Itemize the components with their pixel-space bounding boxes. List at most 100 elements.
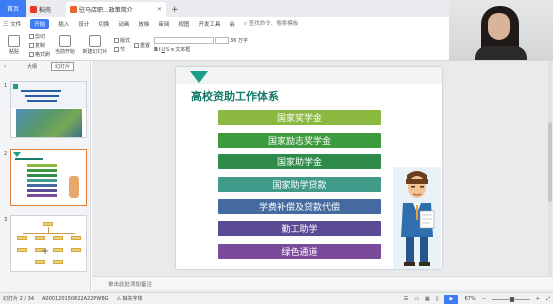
tab-outline[interactable]: 大纲 xyxy=(27,63,37,70)
thumb-bar xyxy=(27,194,57,197)
docer-logo-icon xyxy=(30,6,37,13)
font-size-dropdown[interactable] xyxy=(215,37,230,44)
scrollbar-thumb[interactable] xyxy=(548,122,552,202)
menu-item-review[interactable]: 审阅 xyxy=(158,20,169,28)
thumb-bar xyxy=(27,164,57,167)
businessman-illustration xyxy=(393,167,441,269)
layout-label: 版式 xyxy=(120,38,131,44)
thumb-bar xyxy=(27,184,57,187)
add-slide-button[interactable]: + xyxy=(41,246,49,257)
collapse-panel-icon[interactable]: ‹ xyxy=(4,63,6,70)
funding-item[interactable]: 国家助学金 xyxy=(218,154,381,169)
thumb-campus-photo xyxy=(16,109,82,137)
new-slide-button[interactable]: 新建幻灯片 xyxy=(80,30,110,60)
vertical-scrollbar[interactable] xyxy=(548,62,552,276)
cut-button[interactable]: 剪切 xyxy=(29,33,50,40)
zoom-slider[interactable] xyxy=(491,296,530,302)
format-painter-label: 格式刷 xyxy=(35,51,51,58)
funding-item[interactable]: 国家奖学金 xyxy=(218,110,381,125)
menu-item-design[interactable]: 设计 xyxy=(78,20,89,28)
menu-item-member[interactable]: 会 xyxy=(229,20,235,28)
normal-view-icon[interactable]: ▭ xyxy=(414,296,419,302)
play-slideshow-button[interactable]: ▶ xyxy=(444,294,459,304)
thumb-org-box xyxy=(71,248,81,252)
menu-item-view[interactable]: 视图 xyxy=(178,20,189,28)
menu-item-slideshow[interactable]: 放映 xyxy=(138,20,149,28)
reading-view-icon[interactable]: ▯ xyxy=(436,296,439,302)
tab-home[interactable]: 首页 xyxy=(0,0,26,17)
thumb-org-box xyxy=(17,236,27,240)
format-controls[interactable]: B I U S ≡ 文本框 xyxy=(154,46,304,54)
align-icon[interactable]: ≡ xyxy=(170,47,174,53)
funding-item[interactable]: 绿色通道 xyxy=(218,244,381,259)
italic-icon[interactable]: I xyxy=(159,47,160,53)
layout-icon xyxy=(114,38,120,43)
funding-item[interactable]: 勤工助学 xyxy=(218,221,381,236)
font-controls[interactable]: 36 万字 xyxy=(154,37,304,44)
current-slide[interactable]: 高校资助工作体系 国家奖学金 国家励志奖学金 国家助学金 国家助学贷款 学费补偿… xyxy=(176,67,442,269)
notes-placeholder: 单击此处添加备注 xyxy=(108,281,153,288)
menu-item-transition[interactable]: 切换 xyxy=(98,20,109,28)
bold-icon[interactable]: B xyxy=(154,47,158,53)
tab-slides[interactable]: 幻灯片 xyxy=(51,62,75,71)
paste-button[interactable]: 粘贴 xyxy=(3,30,25,60)
funding-item[interactable]: 国家励志奖学金 xyxy=(218,133,381,148)
layout-button[interactable]: 版式 xyxy=(114,37,130,44)
section-label: 节 xyxy=(120,47,126,53)
copy-label: 复制 xyxy=(35,42,46,49)
funding-item[interactable]: 国家助学贷款 xyxy=(218,177,381,192)
text-box-label[interactable]: 文本框 xyxy=(175,46,190,53)
new-slide-label: 新建幻灯片 xyxy=(82,49,108,55)
slide-thumbnail-2[interactable] xyxy=(10,149,87,206)
play-from-current-button[interactable]: 当前开始 xyxy=(54,30,76,60)
fit-window-icon[interactable]: ⤢ xyxy=(546,296,550,302)
file-id: A000120150822A22PWBG xyxy=(42,295,109,302)
menu-item-animation[interactable]: 动画 xyxy=(118,20,129,28)
menu-item-developer[interactable]: 开发工具 xyxy=(198,20,220,28)
menu-item-home[interactable]: 开始 xyxy=(30,18,50,29)
paste-icon xyxy=(8,35,20,47)
menu-item-insert[interactable]: 插入 xyxy=(58,20,69,28)
thumb-org-box xyxy=(53,260,63,264)
reset-button[interactable]: 重置 xyxy=(134,42,150,49)
tab-document[interactable]: 驻马店职...政策简介 ✕ xyxy=(66,2,166,17)
tab-docer-label: 稻壳 xyxy=(39,7,52,14)
slide-title[interactable]: 高校资助工作体系 xyxy=(191,88,279,104)
file-menu[interactable]: 三 文件 xyxy=(3,20,21,28)
section-icon xyxy=(114,47,120,52)
underline-icon[interactable]: U xyxy=(161,47,165,53)
status-right: ☰ ▭ ▦ ▯ ▶ 67% − + ⤢ xyxy=(404,294,550,304)
thumb-illustration xyxy=(69,176,79,198)
cut-label: 剪切 xyxy=(35,33,46,40)
new-tab-button[interactable]: + xyxy=(166,2,184,17)
slide-accent-triangle xyxy=(190,71,208,83)
strike-icon[interactable]: S xyxy=(166,47,169,53)
zoom-out-icon[interactable]: − xyxy=(482,296,486,302)
slide-thumbnail-1[interactable] xyxy=(10,81,87,138)
tab-docer[interactable]: 稻壳 xyxy=(26,2,66,17)
notes-toggle-icon[interactable]: ☰ xyxy=(404,296,408,302)
slide-number-3: 3 xyxy=(4,217,8,223)
search-command[interactable]: ⌕ 查找命令、搜索模板 xyxy=(244,19,298,28)
menu-bar: 三 文件 开始 插入 设计 切换 动画 放映 审阅 视图 开发工具 会 ⌕ 查找… xyxy=(0,17,449,30)
font-size-label: 36 万字 xyxy=(230,38,248,44)
slide-thumbnail-3[interactable] xyxy=(10,215,87,272)
section-button[interactable]: 节 xyxy=(114,46,130,53)
format-painter-button[interactable]: 格式刷 xyxy=(29,51,50,58)
slide-panel: ‹ 大纲 幻灯片 1 2 3 + xyxy=(0,61,91,292)
brush-icon xyxy=(29,51,34,57)
thumb-accent xyxy=(13,152,21,157)
sorter-view-icon[interactable]: ▦ xyxy=(425,296,430,302)
reset-icon xyxy=(134,42,140,48)
zoom-in-icon[interactable]: + xyxy=(536,296,540,302)
thumb-bar xyxy=(27,189,57,192)
zoom-level[interactable]: 67% xyxy=(464,296,475,302)
notes-area[interactable]: 单击此处添加备注 xyxy=(92,276,553,290)
missing-font-button[interactable]: ⚠ 缺失字体 xyxy=(117,295,143,302)
close-tab-icon[interactable]: ✕ xyxy=(157,6,162,13)
search-command-label: 查找命令、搜索模板 xyxy=(248,21,299,27)
funding-item[interactable]: 学费补偿及贷款代偿 xyxy=(218,199,381,214)
font-name-dropdown[interactable] xyxy=(154,37,215,44)
copy-button[interactable]: 复制 xyxy=(29,42,50,49)
tab-document-label: 驻马店职...政策简介 xyxy=(79,7,133,14)
